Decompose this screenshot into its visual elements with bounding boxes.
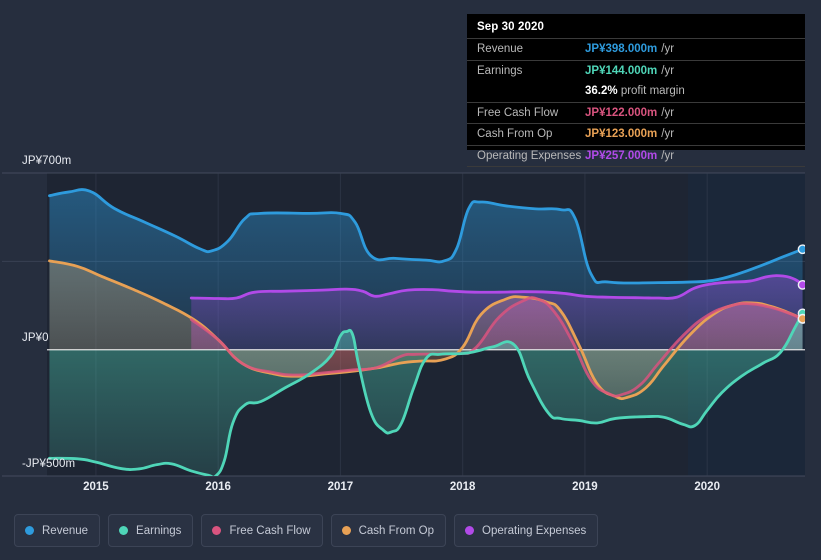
- tooltip-bottom-divider: [467, 166, 805, 167]
- tooltip-profit-margin: 36.2% profit margin: [585, 85, 685, 97]
- tooltip-label-operating-expenses: Operating Expenses: [477, 149, 582, 162]
- legend-label: Earnings: [136, 524, 182, 537]
- tooltip-unit-revenue: /yr: [661, 43, 675, 56]
- tooltip-row-profit-margin: 36.2% profit margin: [467, 81, 805, 102]
- tooltip-label-earnings: Earnings: [477, 64, 523, 77]
- legend-item-operating-expenses[interactable]: Operating Expenses: [454, 514, 599, 547]
- data-tooltip: Sep 30 2020 Revenue JP¥398.000m /yr Earn…: [467, 14, 805, 167]
- tooltip-row-free-cash-flow: Free Cash Flow JP¥122.000m /yr: [467, 101, 805, 124]
- tooltip-profit-margin-label: profit margin: [620, 85, 685, 98]
- tooltip-row-earnings: Earnings JP¥144.000m /yr: [467, 59, 805, 82]
- chart-legend: Revenue Earnings Free Cash Flow Cash From O…: [14, 514, 599, 547]
- tooltip-label-cash-from-op: Cash From Op: [477, 128, 553, 141]
- tooltip-value-operating-expenses: JP¥257.000m: [585, 149, 658, 162]
- tooltip-date: Sep 30 2020: [477, 21, 544, 33]
- tooltip-unit-earnings: /yr: [661, 64, 675, 77]
- legend-dot-icon: [212, 526, 222, 535]
- legend-dot-icon: [465, 526, 475, 535]
- legend-dot-icon: [341, 526, 351, 535]
- y-axis-label-1: JP¥0: [22, 331, 49, 344]
- legend-item-free-cash-flow[interactable]: Free Cash Flow: [201, 514, 323, 547]
- tooltip-profit-margin-value: 36.2%: [585, 85, 618, 98]
- x-axis-label-2016: 2016: [205, 481, 231, 493]
- tooltip-label-free-cash-flow: Free Cash Flow: [477, 106, 559, 119]
- tooltip-value-free-cash-flow: JP¥122.000m: [585, 106, 658, 119]
- tooltip-value-earnings: JP¥144.000m: [585, 64, 658, 77]
- financial-chart-page: JP¥700m JP¥0 -JP¥500m 2015 2016 2017 2018 2019…: [0, 0, 821, 560]
- x-axis-label-2015: 2015: [83, 481, 109, 493]
- y-axis-label-2: -JP¥500m: [22, 458, 76, 470]
- tooltip-row-revenue: Revenue JP¥398.000m /yr: [467, 38, 805, 60]
- tooltip-unit-cash-from-op: /yr: [661, 128, 675, 141]
- x-axis-label-2020: 2020: [694, 481, 720, 493]
- tooltip-value-cash-from-op: JP¥123.000m: [585, 128, 658, 141]
- tooltip-unit-operating-expenses: /yr: [661, 149, 675, 162]
- legend-item-revenue[interactable]: Revenue: [14, 514, 101, 547]
- legend-label: Operating Expenses: [482, 524, 587, 537]
- tooltip-unit-free-cash-flow: /yr: [661, 106, 675, 119]
- legend-label: Revenue: [42, 524, 89, 537]
- x-axis-label-2017: 2017: [327, 481, 354, 493]
- legend-item-earnings[interactable]: Earnings: [108, 514, 194, 547]
- y-axis-label-0: JP¥700m: [22, 155, 72, 167]
- x-axis-label-2019: 2019: [572, 481, 598, 493]
- legend-label: Cash From Op: [358, 524, 435, 537]
- legend-item-cash-from-op[interactable]: Cash From Op: [330, 514, 447, 547]
- tooltip-value-revenue: JP¥398.000m: [585, 43, 658, 56]
- legend-dot-icon: [119, 526, 129, 535]
- legend-dot-icon: [25, 526, 34, 535]
- tooltip-row-operating-expenses: Operating Expenses JP¥257.000m /yr: [467, 144, 805, 167]
- x-axis-label-2018: 2018: [449, 481, 476, 493]
- tooltip-label-revenue: Revenue: [477, 43, 524, 56]
- legend-label: Free Cash Flow: [229, 524, 311, 537]
- tooltip-row-cash-from-op: Cash From Op JP¥123.000m /yr: [467, 123, 805, 145]
